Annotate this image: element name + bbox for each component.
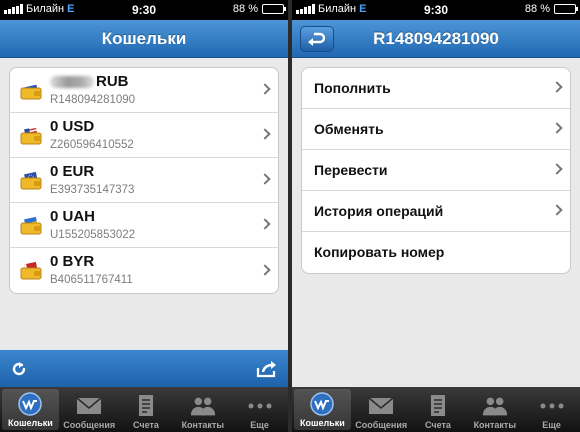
- tab-label: Сообщения: [63, 420, 116, 430]
- status-bar: Билайн E 9:30 88 %: [292, 0, 580, 20]
- tab-label: Сообщения: [355, 420, 408, 430]
- wallet-currency: 0 EUR: [50, 163, 95, 180]
- action-label: Перевести: [314, 162, 388, 178]
- tab-webmoney-globe[interactable]: Кошельки: [294, 389, 351, 430]
- receipt-icon: [424, 393, 452, 419]
- navigation-bar: R148094281090: [292, 20, 580, 58]
- wallet-balance: RUB: [50, 73, 129, 90]
- tab-label: Счета: [425, 420, 451, 430]
- envelope-icon: [75, 393, 103, 419]
- wallet-balance: 0 USD: [50, 118, 94, 135]
- battery-info: 88 %: [524, 3, 578, 15]
- refresh-button[interactable]: [6, 356, 32, 382]
- tab-bar: Кошельки Сообщения Счета Контакты Еще: [0, 387, 288, 432]
- wallet-list: RUB R148094281090 0 USD Z260596410552 0 EUR E…: [9, 67, 279, 294]
- action-row[interactable]: Пополнить: [302, 68, 570, 109]
- tab-receipt[interactable]: Счета: [118, 387, 175, 432]
- action-row[interactable]: История операций: [302, 191, 570, 232]
- more-dots-icon: [246, 393, 274, 419]
- share-icon: [256, 361, 276, 378]
- action-row[interactable]: Копировать номер: [302, 232, 570, 273]
- wallet-eu-flag-icon: [20, 170, 42, 190]
- chevron-right-icon: [259, 218, 271, 230]
- wallet-currency: RUB: [96, 73, 129, 90]
- tab-webmoney-globe[interactable]: Кошельки: [2, 389, 59, 430]
- wallet-currency: 0 UAH: [50, 208, 96, 225]
- action-row[interactable]: Перевести: [302, 150, 570, 191]
- tab-bar: Кошельки Сообщения Счета Контакты Еще: [292, 387, 580, 432]
- wallet-row[interactable]: RUB R148094281090: [10, 68, 278, 113]
- tab-label: Еще: [542, 420, 561, 430]
- receipt-icon: [132, 393, 160, 419]
- tab-envelope[interactable]: Сообщения: [353, 387, 410, 432]
- wallet-balance: 0 BYR: [50, 253, 94, 270]
- battery-info: 88 %: [232, 3, 286, 15]
- battery-percent: 88 %: [232, 3, 258, 15]
- action-row[interactable]: Обменять: [302, 109, 570, 150]
- tab-envelope[interactable]: Сообщения: [61, 387, 118, 432]
- tab-label: Счета: [133, 420, 159, 430]
- tab-more-dots[interactable]: Еще: [231, 387, 288, 432]
- tab-label: Еще: [250, 420, 269, 430]
- tab-label: Контакты: [473, 420, 517, 430]
- wallet-detail-screen: Билайн E 9:30 88 % R148094281090 Пополни…: [292, 0, 580, 432]
- chevron-right-icon: [551, 204, 563, 216]
- chevron-right-icon: [259, 128, 271, 140]
- wallet-number: R148094281090: [50, 94, 136, 106]
- contacts-icon: [189, 393, 217, 419]
- app-screens: Билайн E 9:30 88 % Кошельки RUB R14809428…: [0, 0, 580, 432]
- wallet-usa-flag-icon: [20, 125, 42, 145]
- action-label: Копировать номер: [314, 244, 445, 260]
- wallets-screen: Билайн E 9:30 88 % Кошельки RUB R14809428…: [0, 0, 288, 432]
- navigation-bar: Кошельки: [0, 20, 288, 58]
- chevron-right-icon: [259, 263, 271, 276]
- hidden-balance: [50, 75, 94, 88]
- action-label: Пополнить: [314, 80, 391, 96]
- bottom-toolbar: [0, 350, 288, 387]
- more-dots-icon: [538, 393, 566, 419]
- wallet-balance: 0 EUR: [50, 163, 94, 180]
- webmoney-globe-icon: [308, 391, 336, 417]
- envelope-icon: [367, 393, 395, 419]
- wallet-belarus-flag-icon: [20, 260, 42, 280]
- tab-label: Кошельки: [8, 418, 53, 428]
- wallet-russia-flag-icon: [20, 80, 42, 100]
- chevron-right-icon: [551, 122, 563, 134]
- wallet-ukraine-flag-icon: [20, 215, 42, 235]
- tab-more-dots[interactable]: Еще: [523, 387, 580, 432]
- contacts-icon: [481, 393, 509, 419]
- status-bar: Билайн E 9:30 88 %: [0, 0, 288, 20]
- action-label: История операций: [314, 203, 444, 219]
- webmoney-globe-icon: [16, 391, 44, 417]
- wallet-currency: 0 BYR: [50, 253, 95, 270]
- wallet-row[interactable]: 0 EUR E393735147373: [10, 158, 278, 203]
- battery-percent: 88 %: [524, 3, 550, 15]
- tab-contacts[interactable]: Контакты: [174, 387, 231, 432]
- wallet-row[interactable]: 0 UAH U155205853022: [10, 203, 278, 248]
- chevron-right-icon: [259, 83, 271, 95]
- tab-receipt[interactable]: Счета: [410, 387, 467, 432]
- chevron-right-icon: [551, 81, 563, 93]
- page-title: Кошельки: [101, 29, 187, 48]
- wallet-currency: 0 USD: [50, 118, 95, 135]
- tab-label: Кошельки: [300, 418, 345, 428]
- wallet-row[interactable]: 0 BYR B406511767411: [10, 248, 278, 293]
- battery-icon: [262, 4, 286, 14]
- tab-label: Контакты: [181, 420, 225, 430]
- action-label: Обменять: [314, 121, 384, 137]
- wallet-row[interactable]: 0 USD Z260596410552: [10, 113, 278, 158]
- wallet-number: B406511767411: [50, 274, 133, 286]
- battery-icon: [554, 4, 578, 14]
- refresh-icon: [12, 362, 26, 376]
- wallet-number: Z260596410552: [50, 139, 134, 151]
- tab-contacts[interactable]: Контакты: [466, 387, 523, 432]
- wallet-number: U155205853022: [50, 229, 136, 241]
- share-button[interactable]: [254, 356, 280, 382]
- wallet-balance: 0 UAH: [50, 208, 95, 225]
- wallet-action-list: Пополнить Обменять Перевести История операц…: [301, 67, 571, 274]
- chevron-right-icon: [259, 173, 271, 185]
- chevron-right-icon: [551, 163, 563, 175]
- page-title: R148094281090: [373, 29, 499, 48]
- wallet-number: E393735147373: [50, 184, 135, 196]
